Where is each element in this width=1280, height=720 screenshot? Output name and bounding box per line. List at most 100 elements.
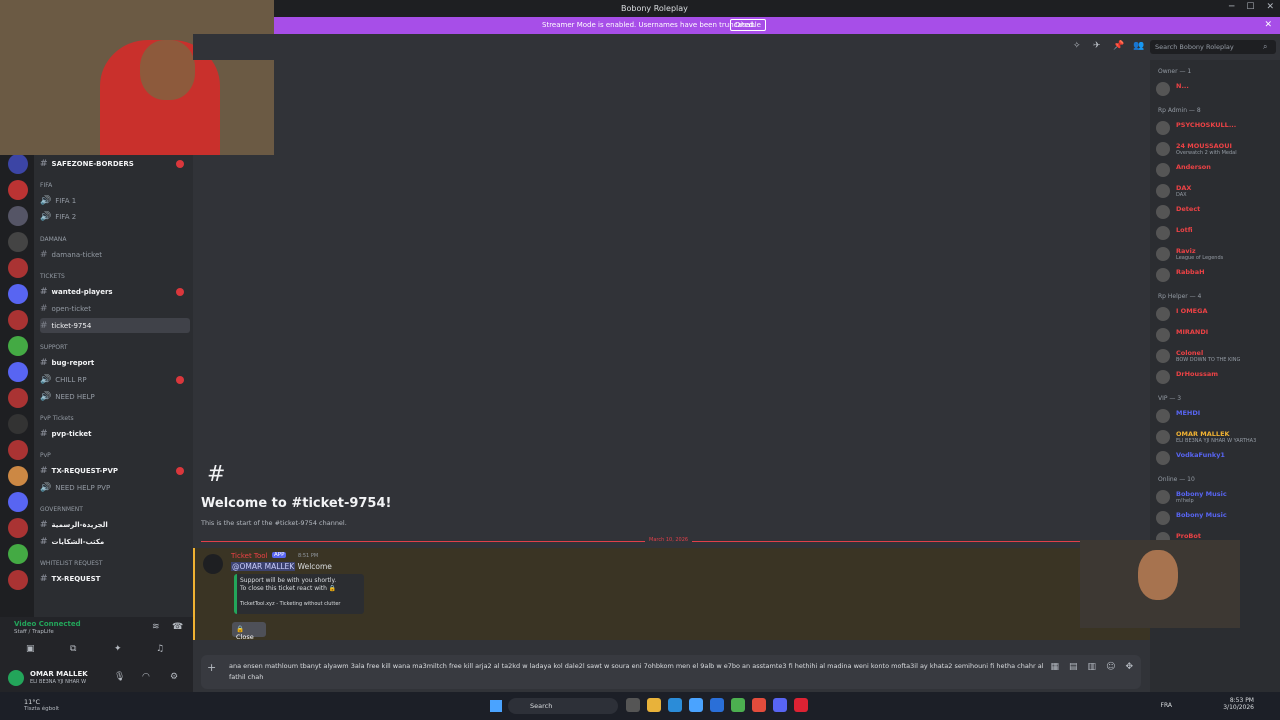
member-item[interactable]: Anderson [1154, 161, 1278, 179]
minimize-icon[interactable]: ─ [1229, 2, 1234, 12]
member-item[interactable]: Raviz League of Legends [1154, 245, 1278, 263]
sidebar-channel-item[interactable]: # ticket-9754 [40, 318, 190, 333]
activity-icon[interactable]: ✦ [114, 644, 122, 654]
server-icon[interactable] [8, 258, 28, 278]
member-item[interactable]: VodkaFunky1 [1154, 449, 1278, 467]
member-item[interactable]: N... [1154, 80, 1278, 98]
file-explorer-icon[interactable] [647, 698, 661, 712]
sidebar-channel-item[interactable]: # damana-ticket [40, 247, 190, 262]
sidebar-channel-item[interactable]: 🔊 CHILL RP [40, 372, 190, 387]
member-item[interactable]: DAX DAX [1154, 182, 1278, 200]
windows-start-icon[interactable] [490, 700, 502, 712]
member-item[interactable]: Bobony Music [1154, 509, 1278, 527]
server-icon[interactable] [8, 492, 28, 512]
video-icon[interactable]: ▣ [26, 644, 35, 654]
member-item[interactable]: RabbaH [1154, 266, 1278, 284]
chrome-icon[interactable] [752, 698, 766, 712]
server-icon[interactable] [8, 570, 28, 590]
settings-app-icon[interactable] [689, 698, 703, 712]
emoji-icon[interactable]: ☺ [1106, 662, 1115, 672]
threads-icon[interactable]: ✧ [1073, 41, 1081, 51]
taskbar-search[interactable]: Search [508, 698, 618, 714]
gif-icon[interactable]: ▤ [1069, 662, 1078, 672]
member-item[interactable]: DrHoussam [1154, 368, 1278, 386]
edge-icon[interactable] [668, 698, 682, 712]
sidebar-channel-item[interactable]: # open-ticket [40, 301, 190, 316]
close-window-icon[interactable]: ✕ [1266, 2, 1274, 12]
bot-avatar[interactable] [203, 554, 223, 574]
member-item[interactable]: MEHDI [1154, 407, 1278, 425]
user-mention[interactable]: @OMAR MALLEK [231, 562, 296, 571]
sidebar-channel-item[interactable]: 🔊 NEED HELP [40, 389, 190, 404]
member-item[interactable]: Bobony Music m!help [1154, 488, 1278, 506]
member-item[interactable]: I OMEGA [1154, 305, 1278, 323]
server-icon[interactable] [8, 518, 28, 538]
sidebar-channel-item[interactable]: # wanted-players [40, 284, 190, 299]
server-icon[interactable] [8, 336, 28, 356]
channel-category[interactable]: PvP [40, 448, 190, 463]
sidebar-channel-item[interactable]: # TX-REQUEST-PVP [40, 463, 190, 478]
noise-suppression-icon[interactable]: ≋ [152, 622, 160, 632]
member-item[interactable]: MIRANDI [1154, 326, 1278, 344]
sticker-icon[interactable]: ▥ [1088, 662, 1097, 672]
close-ticket-button[interactable]: 🔒 Close [232, 622, 266, 641]
close-banner-icon[interactable]: ✕ [1264, 20, 1272, 30]
sidebar-channel-item[interactable]: # مكتب-الشكايات [40, 534, 190, 549]
server-icon[interactable] [8, 154, 28, 174]
sidebar-channel-item[interactable]: 🔊 NEED HELP PVP [40, 480, 190, 495]
system-clock[interactable]: FRA 8:53 PM 3/10/2026 [1161, 697, 1254, 711]
microphone-icon[interactable]: 🎙 [114, 672, 125, 682]
language-indicator[interactable]: FRA [1161, 702, 1172, 709]
sidebar-channel-item[interactable]: # TX-REQUEST [40, 571, 190, 586]
task-view-icon[interactable] [626, 698, 640, 712]
apps-icon[interactable]: ✥ [1125, 662, 1133, 672]
settings-gear-icon[interactable]: ⚙ [170, 672, 178, 682]
server-icon[interactable] [8, 544, 28, 564]
discord-icon[interactable] [773, 698, 787, 712]
channel-category[interactable]: GOVERNMENT [40, 502, 190, 517]
server-icon[interactable] [8, 180, 28, 200]
server-icon[interactable] [8, 284, 28, 304]
channel-category[interactable]: TICKETS [40, 269, 190, 284]
headset-icon[interactable]: ◠ [142, 672, 150, 682]
soundboard-icon[interactable]: ♫ [156, 644, 164, 654]
avatar[interactable] [8, 670, 24, 686]
member-item[interactable]: Lotfi [1154, 224, 1278, 242]
channel-category[interactable]: DAMANA [40, 232, 190, 247]
server-icon[interactable] [8, 414, 28, 434]
disable-streamer-button[interactable]: Disable [730, 19, 766, 31]
screen-share-icon[interactable]: ⧉ [70, 644, 76, 654]
voice-channel[interactable]: Staff / TrapLife [14, 629, 54, 635]
sidebar-channel-item[interactable]: # SAFEZONE-BORDERS [40, 156, 190, 171]
channel-category[interactable]: PvP Tickets [40, 411, 190, 426]
obs-icon[interactable] [794, 698, 808, 712]
attach-plus-icon[interactable]: + [207, 661, 216, 674]
store-icon[interactable] [731, 698, 745, 712]
server-icon[interactable] [8, 440, 28, 460]
message-input[interactable]: ana ensen mathloum tbanyt alyawm 3ala fr… [229, 661, 1044, 683]
message-author[interactable]: Ticket Tool [231, 552, 268, 560]
member-item[interactable]: OMAR MALLEK ELI BE3NA YJI NHAR W YARTHA3 [1154, 428, 1278, 446]
member-item[interactable]: Detect [1154, 203, 1278, 221]
server-icon[interactable] [8, 206, 28, 226]
server-icon[interactable] [8, 362, 28, 382]
pin-icon[interactable]: 📌 [1113, 41, 1124, 51]
member-list-icon[interactable]: 👥 [1133, 41, 1144, 51]
server-icon[interactable] [8, 388, 28, 408]
disconnect-icon[interactable]: ☎ [172, 622, 183, 632]
sidebar-channel-item[interactable]: # الجريدة-الرسمية [40, 517, 190, 532]
channel-category[interactable]: WHITELIST REQUEST [40, 556, 190, 571]
notification-icon[interactable]: ✈ [1093, 41, 1101, 51]
member-item[interactable]: Colonel BOW DOWN TO THE KING [1154, 347, 1278, 365]
sidebar-channel-item[interactable]: # bug-report [40, 355, 190, 370]
server-icon[interactable] [8, 232, 28, 252]
gift-icon[interactable]: ▦ [1051, 662, 1060, 672]
message-composer[interactable]: + ana ensen mathloum tbanyt alyawm 3ala … [201, 655, 1141, 689]
member-item[interactable]: 24 MOUSSAOUI Overwatch 2 with Medal [1154, 140, 1278, 158]
sidebar-channel-item[interactable]: # pvp-ticket [40, 426, 190, 441]
weather-widget[interactable]: 11°C Tiszta égbolt [24, 698, 59, 712]
maximize-icon[interactable]: ☐ [1246, 2, 1254, 12]
sidebar-channel-item[interactable]: 🔊 FIFA 2 [40, 209, 190, 224]
server-icon[interactable] [8, 310, 28, 330]
channel-category[interactable]: SUPPORT [40, 340, 190, 355]
